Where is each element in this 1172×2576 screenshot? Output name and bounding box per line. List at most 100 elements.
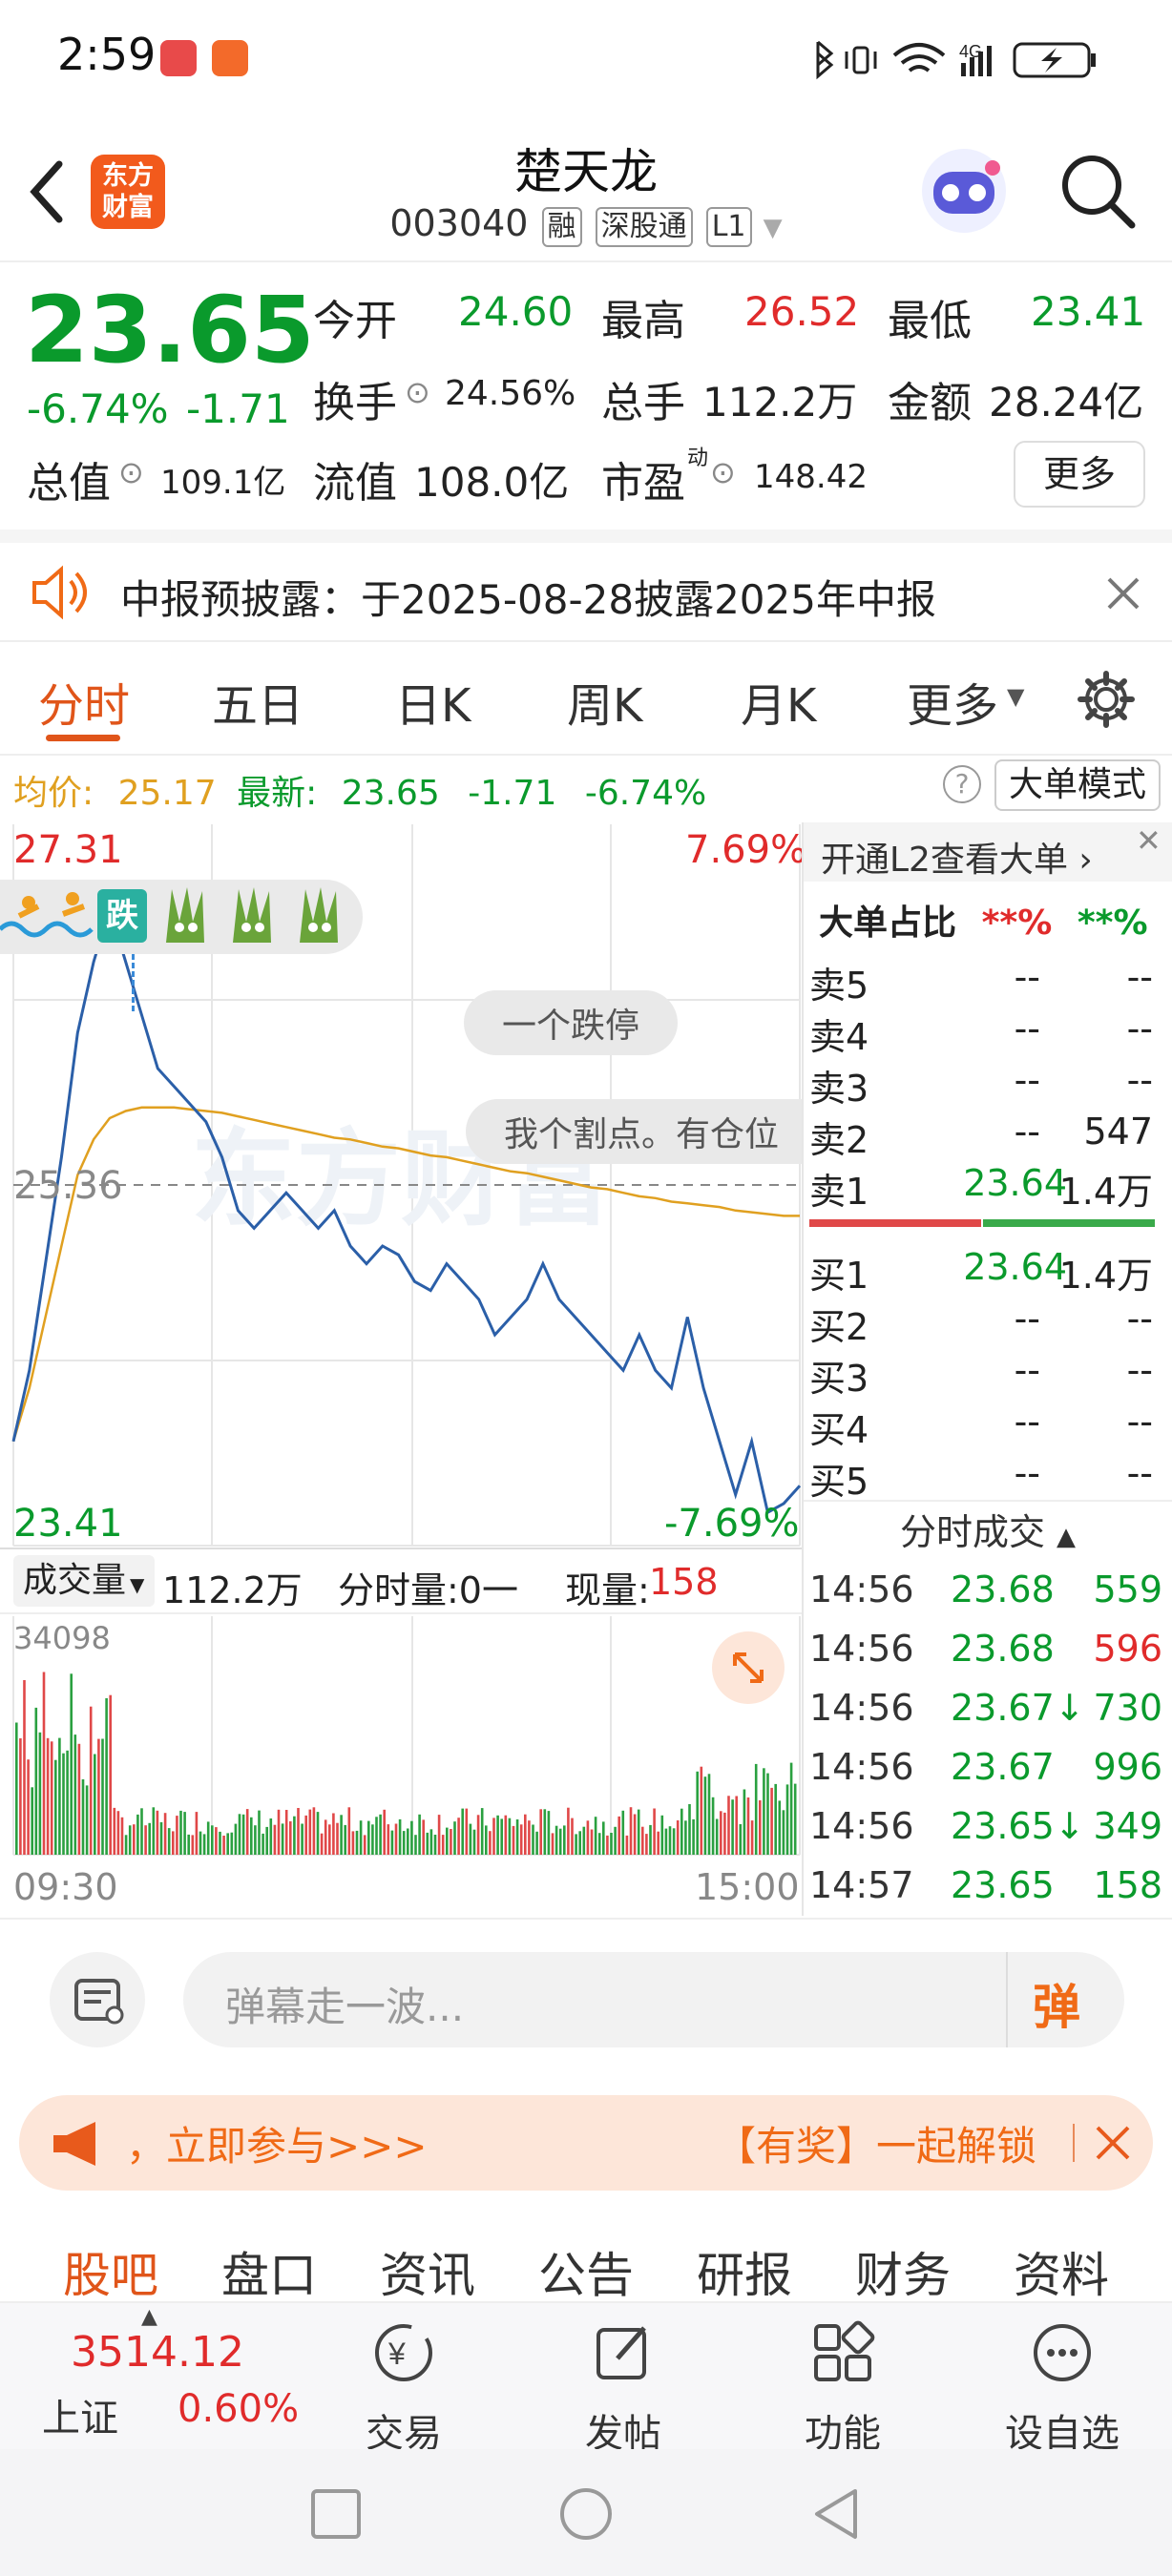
add-watchlist-button[interactable]: 设自选 [991,2303,1134,2458]
volume-bar [785,1784,789,1855]
tab-intraday[interactable]: 分时 [38,668,130,735]
volume-bar [156,1810,159,1855]
volume-bar [711,1797,715,1855]
sticker-strip[interactable]: 跌 [0,880,363,954]
now-volume-label: 现量: [565,1569,650,1611]
tick-time: 14:56 [809,1568,914,1610]
tick-price: 23.68 [951,1628,1055,1670]
tab-finance[interactable]: 财务 [855,2237,951,2306]
volume-bar [344,1824,346,1855]
gear-icon[interactable] [1077,670,1136,729]
trade-button[interactable]: ¥ 交易 [332,2303,475,2458]
volume-bar [371,1824,374,1855]
l2-upsell-bar[interactable]: 开通L2查看大单 › ✕ [804,822,1172,882]
index-pct[interactable]: 0.60% [178,2387,299,2431]
volume-bar [446,1827,449,1855]
volume-bar [789,1762,793,1855]
search-icon[interactable] [1057,151,1138,231]
latest-label: 最新: [237,774,318,813]
barrage-input[interactable]: 弹幕走一波... 弹 [183,1952,1124,2047]
info-icon[interactable]: ⊙ [710,454,736,490]
tab-profile[interactable]: 资料 [1014,2237,1109,2306]
volume-bar [133,1824,136,1855]
close-icon[interactable] [1105,575,1141,612]
tab-more[interactable]: 更多 [907,668,998,735]
robot-assistant-icon[interactable] [916,143,1012,239]
close-icon[interactable]: ✕ [1136,822,1162,859]
tab-daily-k[interactable]: 日K [395,668,471,735]
tick-volume: 158 [1093,1864,1162,1906]
close-icon[interactable] [1094,2124,1132,2162]
volume-bar [512,1825,515,1855]
volume-bar [230,1832,234,1855]
barrage-chip[interactable]: 一个跌停 [464,990,679,1055]
tab-research[interactable]: 研报 [697,2237,792,2306]
volume-label: 成交量 [23,1561,127,1600]
volume-bar [508,1818,512,1855]
info-icon[interactable]: ⊙ [405,374,430,410]
status-icons: 4G [816,40,1096,80]
volume-bar [746,1797,750,1855]
volume-bar [629,1807,633,1855]
fall-sticker: 跌 [97,889,147,943]
volume-bar [245,1809,249,1855]
high-label: 最高 [601,297,685,345]
recent-apps-icon[interactable] [309,2487,363,2541]
index-value[interactable]: 3514.12 [71,2328,244,2377]
post-button[interactable]: 发帖 [552,2303,695,2458]
tab-monthly-k[interactable]: 月K [741,668,816,735]
latest-change-pct: -6.74% [584,774,707,813]
ticks-header[interactable]: 分时成交 ▲ [804,1500,1172,1561]
tab-weekly-k[interactable]: 周K [567,668,642,735]
volume-bar [469,1823,472,1855]
tick-price: 23.68 [951,1568,1055,1610]
volume-bar [450,1829,452,1855]
tab-5day[interactable]: 五日 [212,668,303,735]
tab-announcements[interactable]: 公告 [538,2237,634,2306]
barrage-chip[interactable]: 我个割点。有仓位 [466,1099,802,1164]
volume-bar [590,1829,594,1855]
pe-label: 市盈 [601,459,685,508]
sell-row-3: 卖3 -- -- [809,1059,1153,1110]
volume-bar [759,1800,762,1855]
volume-bar [273,1824,277,1855]
volume-bar [34,1707,38,1855]
volume-selector[interactable]: 成交量 ▼ [13,1555,155,1607]
back-icon[interactable] [809,2485,863,2543]
barrage-send-button[interactable]: 弹 [1033,1969,1080,2038]
volume-bar [50,1741,53,1855]
volume-bar [532,1824,534,1855]
home-icon[interactable] [557,2485,615,2543]
tick-price: 23.67 [951,1746,1055,1788]
volume-bar [179,1810,182,1855]
market-cap-value: 109.1亿 [160,464,286,502]
volume-bar [332,1813,335,1855]
tab-news[interactable]: 资讯 [380,2237,475,2306]
volume-bar [641,1826,644,1855]
post-icon [596,2326,646,2379]
tick-volume: 559 [1093,1568,1162,1610]
big-order-mode-button[interactable]: 大单模式 [994,759,1161,811]
volume-bar [625,1835,629,1855]
volume-bar [496,1815,499,1855]
volume-chart[interactable] [0,1616,802,1859]
l2-upsell-text: 开通L2查看大单 › [821,841,1093,880]
volume-bar [465,1808,469,1855]
add-watchlist-icon [1034,2324,1091,2381]
expand-button[interactable] [712,1631,785,1704]
chevron-down-icon[interactable]: ▼ [764,214,783,242]
volume-bar [66,1750,69,1855]
help-icon[interactable]: ? [943,765,981,803]
low-value: 23.41 [1031,288,1146,335]
more-button[interactable]: 更多 [1014,441,1145,508]
function-button[interactable]: 功能 [771,2303,914,2458]
info-icon[interactable]: ⊙ [118,454,144,490]
tab-pankou[interactable]: 盘口 [221,2237,317,2306]
volume-bar [614,1826,617,1855]
notice-bar[interactable]: 中报预披露：于2025-08-28披露2025年中报 [0,530,1172,642]
tab-guba[interactable]: 股吧 [63,2237,158,2306]
index-name[interactable]: 上证 [42,2387,118,2442]
promo-banner[interactable]: ，立即参与>>> 【有奖】一起解锁 [19,2095,1153,2191]
barrage-settings-button[interactable] [50,1952,145,2047]
volume-bar [42,1672,46,1855]
